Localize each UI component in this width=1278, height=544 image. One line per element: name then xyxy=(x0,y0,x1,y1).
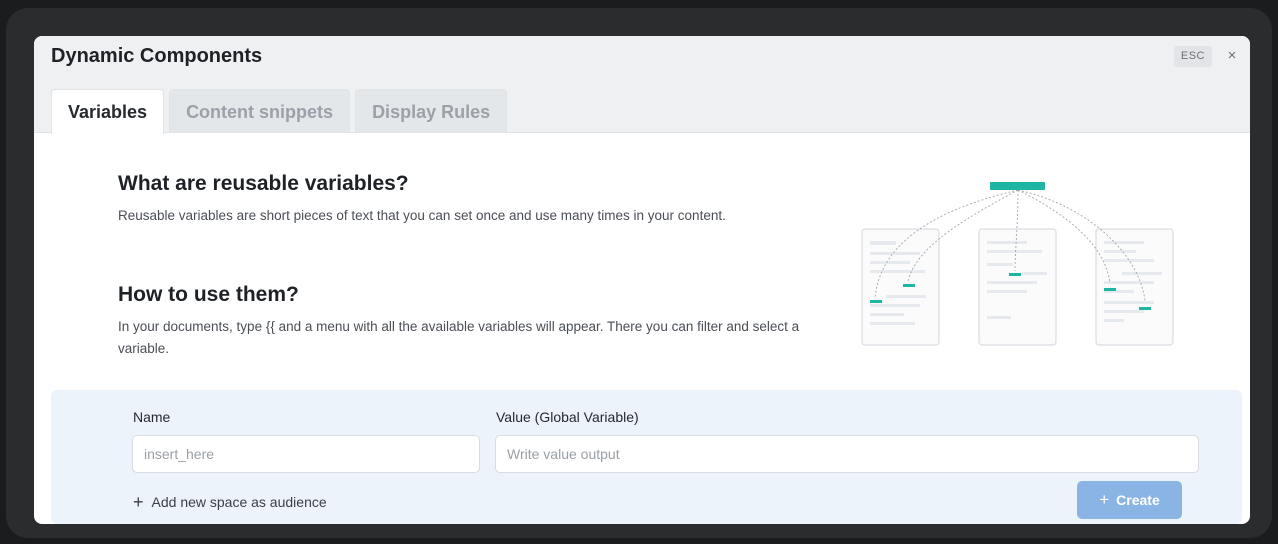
create-variable-form: Name Value (Global Variable) + Add new s… xyxy=(51,390,1242,524)
add-audience-label: Add new space as audience xyxy=(151,494,327,510)
modal-title: Dynamic Components xyxy=(51,45,263,67)
tab-variables[interactable]: Variables xyxy=(51,89,165,134)
dynamic-components-modal: Dynamic Components ESC × Variables Conte… xyxy=(34,36,1250,524)
esc-shortcut-badge: ESC xyxy=(1173,46,1212,67)
value-input[interactable] xyxy=(495,435,1199,473)
plus-icon: + xyxy=(133,492,144,512)
plus-icon: + xyxy=(1099,490,1110,509)
tab-content-snippets[interactable]: Content snippets xyxy=(169,89,351,133)
what-section: What are reusable variables? Reusable va… xyxy=(118,172,838,227)
what-description: Reusable variables are short pieces of t… xyxy=(118,208,726,223)
what-title: What are reusable variables? xyxy=(118,172,409,195)
how-section: How to use them? In your documents, type… xyxy=(118,283,838,360)
modal-header: Dynamic Components ESC × Variables Conte… xyxy=(34,36,1250,134)
variable-source-bar xyxy=(990,182,1045,190)
create-button[interactable]: + Create xyxy=(1077,481,1182,519)
how-description: In your documents, type {{ and a menu wi… xyxy=(118,319,800,356)
tab-bar: Variables Content snippets Display Rules xyxy=(51,89,512,134)
how-title: How to use them? xyxy=(118,283,299,306)
add-audience-button[interactable]: + Add new space as audience xyxy=(133,491,327,513)
tab-display-rules[interactable]: Display Rules xyxy=(355,89,508,133)
variables-diagram-illustration xyxy=(861,182,1174,346)
value-label: Value (Global Variable) xyxy=(496,409,639,425)
name-label: Name xyxy=(133,409,171,425)
create-button-label: Create xyxy=(1116,492,1160,508)
close-icon[interactable]: × xyxy=(1222,45,1242,67)
name-input[interactable] xyxy=(132,435,480,473)
